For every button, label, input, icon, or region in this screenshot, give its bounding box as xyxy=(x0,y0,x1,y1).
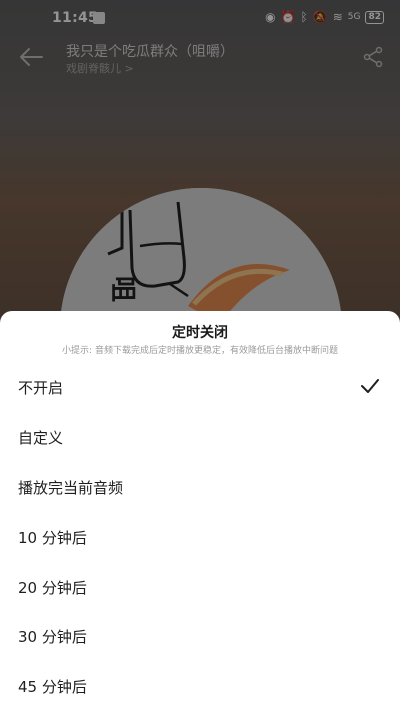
option-10-min[interactable]: 10 分钟后 xyxy=(0,513,400,561)
sleep-timer-sheet: 定时关闭 小提示: 音频下载完成后定时播放更稳定，有效降低后台播放中断问题 不开… xyxy=(0,311,400,711)
sheet-tip: 小提示: 音频下载完成后定时播放更稳定，有效降低后台播放中断问题 xyxy=(62,346,338,356)
option-label: 自定义 xyxy=(18,429,64,447)
option-label: 不开启 xyxy=(18,379,64,397)
option-label: 播放完当前音频 xyxy=(18,479,124,497)
option-20-min[interactable]: 20 分钟后 xyxy=(0,563,400,611)
option-label: 30 分钟后 xyxy=(18,628,87,646)
option-45-min[interactable]: 45 分钟后 xyxy=(0,662,400,710)
option-label: 20 分钟后 xyxy=(18,579,87,597)
option-custom[interactable]: 自定义 xyxy=(0,413,400,461)
option-label: 10 分钟后 xyxy=(18,529,87,547)
sheet-title: 定时关闭 xyxy=(172,325,228,341)
option-off[interactable]: 不开启 xyxy=(0,363,400,411)
option-label: 45 分钟后 xyxy=(18,678,87,696)
option-30-min[interactable]: 30 分钟后 xyxy=(0,612,400,660)
option-after-current[interactable]: 播放完当前音频 xyxy=(0,463,400,511)
checkmark-icon xyxy=(361,379,379,393)
